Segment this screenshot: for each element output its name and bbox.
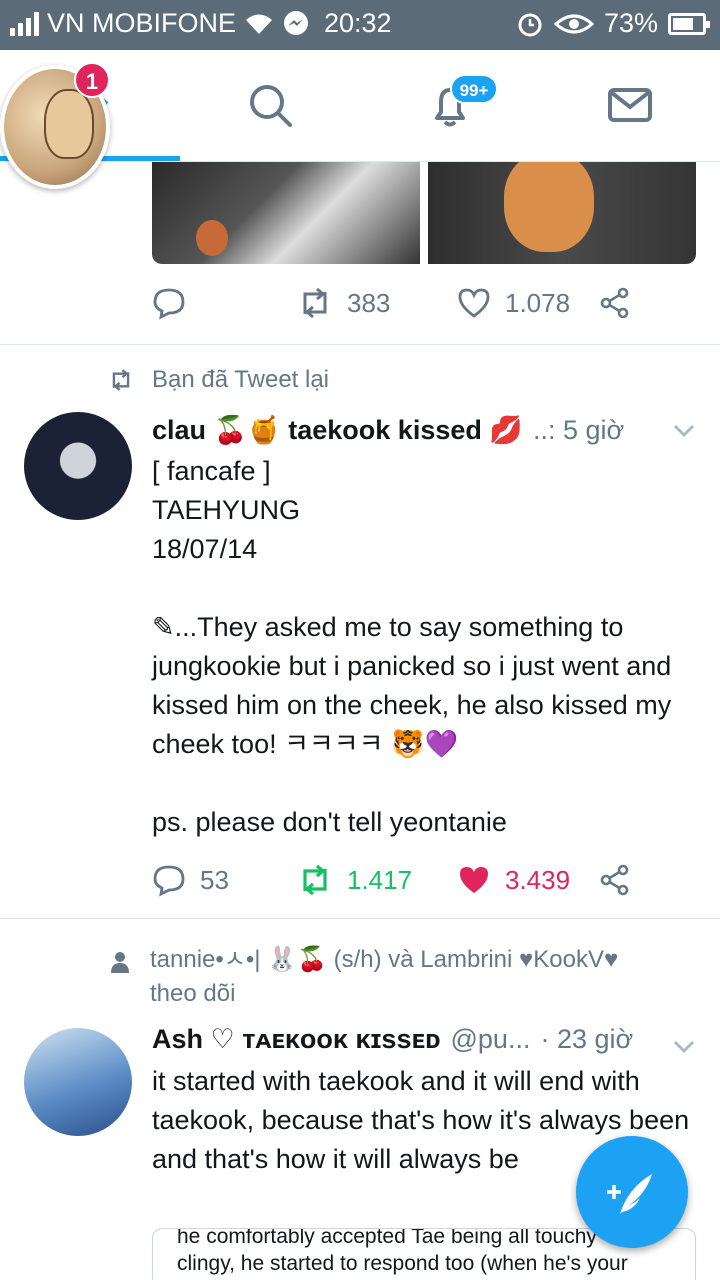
author-handle: @pu... [450, 1024, 531, 1054]
follow-context: tannie•ㅅ•| 🐰🍒 (s/h) và Lambrini ♥KookV♥ … [108, 945, 690, 1011]
retweet-button[interactable]: 1.417 [297, 863, 457, 897]
chevron-down-icon[interactable] [672, 418, 696, 442]
search-icon[interactable] [245, 80, 295, 130]
status-left: VN MOBIFONE [10, 8, 310, 39]
status-bar: VN MOBIFONE 20:32 73% [0, 0, 720, 50]
mail-icon[interactable] [605, 80, 655, 130]
share-button[interactable] [599, 287, 631, 319]
reply-count: 53 [200, 864, 229, 895]
like-count: 1.078 [505, 287, 571, 318]
tweet-media[interactable] [152, 162, 696, 264]
share-icon [600, 287, 629, 319]
carrier-label: VN MOBIFONE [47, 8, 237, 38]
tweet-header[interactable]: Ash ♡ ᴛᴀᴇᴋᴏᴏᴋ ᴋɪssᴇᴅ @pu... · 23 giờ [152, 1024, 633, 1055]
reply-icon [153, 288, 185, 320]
author-avatar[interactable] [24, 412, 132, 520]
battery-level [673, 17, 693, 30]
retweet-button[interactable]: 383 [297, 286, 457, 320]
follow-context-text: tannie•ㅅ•| 🐰🍒 (s/h) và Lambrini ♥KookV♥ … [150, 946, 619, 1007]
retweet-small-icon [112, 369, 130, 391]
media-image-2[interactable] [428, 162, 696, 264]
reply-button[interactable]: 53 [152, 863, 297, 897]
retweet-context: Bạn đã Tweet lại [108, 366, 329, 394]
signal-icon [10, 11, 39, 36]
chevron-down-icon[interactable] [672, 1034, 696, 1058]
share-icon [600, 864, 629, 896]
retweet-icon [303, 287, 327, 319]
heart-outline-icon [458, 288, 490, 318]
author-avatar[interactable] [24, 1028, 132, 1136]
tweet-actions: 383 1.078 [152, 286, 631, 320]
messenger-icon [284, 10, 309, 35]
battery-percent: 73% [603, 8, 658, 38]
tweet-time: · 23 giờ [540, 1024, 634, 1054]
retweet-count: 383 [347, 287, 391, 318]
top-nav [0, 50, 720, 162]
retweet-icon [303, 864, 327, 896]
handle-and-time: ..: 5 giờ [533, 415, 625, 445]
retweet-context-text: Bạn đã Tweet lại [152, 366, 330, 393]
battery-icon [668, 12, 710, 35]
notifications-badge: 99+ [450, 74, 498, 104]
media-image-1[interactable] [152, 162, 420, 264]
like-count: 3.439 [505, 864, 571, 895]
compose-feather-icon [607, 1174, 652, 1214]
like-button[interactable]: 1.078 [457, 287, 599, 319]
wifi-icon [246, 14, 273, 34]
eye-icon [553, 14, 594, 33]
reply-icon [153, 865, 185, 897]
share-button[interactable] [599, 864, 631, 896]
author-name: clau 🍒🍯 taekook kissed 💋 [152, 415, 523, 445]
reply-button[interactable] [152, 286, 297, 320]
alarm-icon [518, 13, 542, 36]
author-name: Ash ♡ ᴛᴀᴇᴋᴏᴏᴋ ᴋɪssᴇᴅ [152, 1024, 441, 1054]
person-icon [111, 952, 129, 973]
divider [0, 344, 720, 345]
compose-tweet-button[interactable] [576, 1136, 688, 1248]
tweet-actions: 53 1.417 3.439 [152, 863, 631, 897]
like-button[interactable]: 3.439 [457, 864, 599, 896]
retweet-count: 1.417 [347, 864, 413, 895]
divider [0, 918, 720, 919]
status-right: 73% [516, 8, 710, 39]
clock: 20:32 [324, 8, 392, 38]
tweet-text: [ fancafe ] TAEHYUNG 18/07/14 ✎...They a… [152, 456, 672, 837]
tweet-header[interactable]: clau 🍒🍯 taekook kissed 💋 ..: 5 giờ [152, 414, 624, 446]
heart-filled-icon [460, 867, 488, 893]
profile-badge: 1 [74, 62, 110, 98]
